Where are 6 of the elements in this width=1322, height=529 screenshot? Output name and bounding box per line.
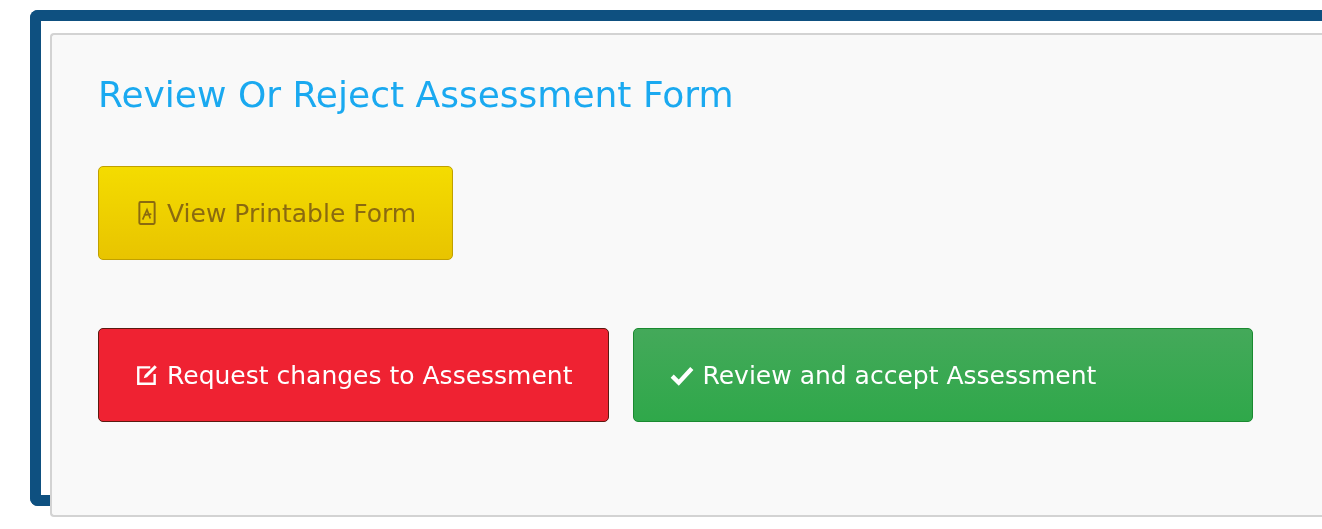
accept-assessment-button[interactable]: Review and accept Assessment [633, 328, 1254, 423]
pdf-icon [135, 201, 159, 226]
panel-title: Review Or Reject Assessment Form [98, 73, 735, 117]
request-changes-button[interactable]: Request changes to Assessment [98, 328, 610, 423]
view-printable-form-button[interactable]: View Printable Form [98, 166, 454, 261]
edit-icon [135, 363, 159, 388]
